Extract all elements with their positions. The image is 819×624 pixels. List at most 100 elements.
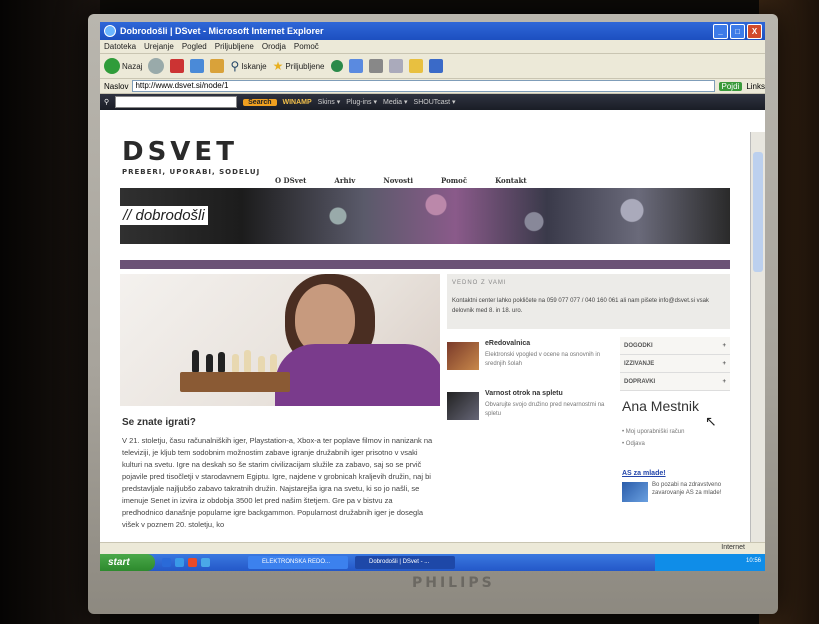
side-menu: DOGODKI + IZZIVANJE + DOPRAVKI + xyxy=(620,337,730,391)
mouse-cursor-icon: ↖ xyxy=(705,414,717,430)
nav-contact[interactable]: Kontakt xyxy=(495,176,527,185)
background-left xyxy=(0,0,100,624)
ie-icon xyxy=(104,25,116,37)
mail-icon[interactable] xyxy=(348,59,363,73)
quick-launch-icon[interactable] xyxy=(162,558,171,567)
side-menu-label: DOGODKI xyxy=(624,342,653,349)
chess-piece xyxy=(232,354,239,372)
side-menu-label: DOPRAVKI xyxy=(624,378,656,385)
print-icon[interactable] xyxy=(368,59,383,73)
toolbar-search-input[interactable] xyxy=(115,96,238,108)
nav-about[interactable]: O DSvet xyxy=(275,176,306,185)
security-zone: Internet xyxy=(721,544,745,551)
chess-piece xyxy=(258,356,265,372)
side-menu-item[interactable]: DOPRAVKI + xyxy=(620,373,730,391)
nav-help[interactable]: Pomoč xyxy=(441,176,467,185)
quick-launch xyxy=(162,558,210,567)
favorites-button[interactable]: ★ Priljubljene xyxy=(273,59,325,73)
banner-title: // dobrodošli xyxy=(120,206,208,225)
promo-title[interactable]: AS za mlade! xyxy=(622,470,666,477)
menu-help[interactable]: Pomoč xyxy=(294,42,319,51)
banner: // dobrodošli xyxy=(120,188,730,244)
account-link[interactable]: • Moj uporabniški račun xyxy=(622,429,684,435)
taskbar-item[interactable]: Dobrodošli | DSvet - ... xyxy=(355,556,455,569)
plus-icon: + xyxy=(722,342,726,349)
screen: Dobrodošli | DSvet - Microsoft Internet … xyxy=(100,22,765,571)
shoutcast-menu[interactable]: SHOUTcast ▾ xyxy=(414,98,456,106)
window-title: Dobrodošli | DSvet - Microsoft Internet … xyxy=(120,26,324,36)
stop-icon[interactable] xyxy=(170,59,185,73)
window-titlebar[interactable]: Dobrodošli | DSvet - Microsoft Internet … xyxy=(100,22,765,40)
home-icon[interactable] xyxy=(210,59,225,73)
nav-news[interactable]: Novosti xyxy=(383,176,413,185)
menu-favorites[interactable]: Priljubljene xyxy=(215,42,254,51)
vertical-scrollbar[interactable] xyxy=(750,132,765,542)
promo-thumbnail[interactable] xyxy=(622,482,648,502)
media-menu[interactable]: Media ▾ xyxy=(383,98,408,106)
refresh-icon[interactable] xyxy=(190,59,205,73)
address-input[interactable]: http://www.dsvet.si/node/1 xyxy=(132,80,715,92)
address-bar: Naslov http://www.dsvet.si/node/1 Pojdi … xyxy=(100,79,765,94)
search-icon: ⚲ xyxy=(230,59,240,73)
system-tray: 10:56 xyxy=(655,554,765,571)
history-icon[interactable] xyxy=(330,60,343,72)
back-button[interactable]: Nazaj xyxy=(104,58,142,74)
toolbar-search-icon: ⚲ xyxy=(104,99,110,106)
scrollbar-thumb[interactable] xyxy=(753,152,763,272)
quick-launch-icon[interactable] xyxy=(188,558,197,567)
skins-menu[interactable]: Skins ▾ xyxy=(318,98,341,106)
side-menu-label: IZZIVANJE xyxy=(624,360,655,367)
article-title[interactable]: Se znate igrati? xyxy=(122,417,196,428)
winamp-button[interactable]: WINAMP xyxy=(283,99,312,106)
side-menu-item[interactable]: DOGODKI + xyxy=(620,337,730,355)
notice-title: VEDNO Z VAMI xyxy=(452,280,507,286)
quick-launch-icon[interactable] xyxy=(201,558,210,567)
side-menu-item[interactable]: IZZIVANJE + xyxy=(620,355,730,373)
quick-launch-icon[interactable] xyxy=(175,558,184,567)
chess-piece xyxy=(218,352,225,372)
news-item[interactable]: Varnost otrok na spletu Obvarujte svojo … xyxy=(447,387,617,432)
promo-text: Bo pozabi na zdravstveno zavarovanje AS … xyxy=(652,482,722,496)
plus-icon: + xyxy=(722,378,726,385)
taskbar-item[interactable]: ELEKTRONSKA REDO... xyxy=(248,556,348,569)
start-button[interactable]: start xyxy=(100,554,155,571)
toolbar-search-button[interactable]: Search xyxy=(243,98,277,106)
menu-edit[interactable]: Urejanje xyxy=(144,42,174,51)
page-content: DSVET PREBERI, UPORABI, SODELUJ O DSvet … xyxy=(100,132,750,542)
menu-tools[interactable]: Orodja xyxy=(262,42,286,51)
news-title[interactable]: Varnost otrok na spletu xyxy=(485,390,563,397)
menu-view[interactable]: Pogled xyxy=(182,42,207,51)
site-nav: O DSvet Arhiv Novosti Pomoč Kontakt xyxy=(275,176,527,185)
window-controls: _ □ X xyxy=(713,24,762,39)
search-label: Iskanje xyxy=(241,61,267,71)
go-button[interactable]: Pojdi xyxy=(718,81,743,91)
folder-icon[interactable] xyxy=(408,59,423,73)
back-arrow-icon xyxy=(104,58,120,74)
account-link-label: Moj uporabniški račun xyxy=(625,429,685,435)
news-item[interactable]: eRedovalnica Elektronski vpogled v ocene… xyxy=(447,337,617,382)
favorites-label: Priljubljene xyxy=(285,61,325,71)
nav-archive[interactable]: Arhiv xyxy=(334,176,355,185)
edit-icon[interactable] xyxy=(388,59,403,73)
chess-piece xyxy=(192,350,199,372)
menu-file[interactable]: Datoteka xyxy=(104,42,136,51)
girl-body xyxy=(275,344,440,406)
forward-arrow-icon[interactable] xyxy=(148,58,165,74)
news-title[interactable]: eRedovalnica xyxy=(485,340,530,347)
winamp-toolbar: ⚲ Search WINAMP Skins ▾ Plug-ins ▾ Media… xyxy=(100,94,765,110)
messenger-icon[interactable] xyxy=(428,59,443,73)
chess-piece xyxy=(270,354,277,372)
links-label[interactable]: Links xyxy=(746,82,765,91)
site-logo[interactable]: DSVET xyxy=(122,137,238,167)
clock[interactable]: 10:56 xyxy=(746,558,761,564)
logout-link-label: Odjava xyxy=(625,441,645,447)
logout-link[interactable]: • Odjava xyxy=(622,441,684,447)
maximize-button[interactable]: □ xyxy=(730,24,745,39)
plugins-menu[interactable]: Plug-ins ▾ xyxy=(346,98,377,106)
minimize-button[interactable]: _ xyxy=(713,24,728,39)
search-button[interactable]: ⚲ Iskanje xyxy=(230,59,266,73)
plus-icon: + xyxy=(722,360,726,367)
address-label: Naslov xyxy=(104,81,129,91)
close-button[interactable]: X xyxy=(747,24,762,39)
back-label: Nazaj xyxy=(122,61,143,71)
